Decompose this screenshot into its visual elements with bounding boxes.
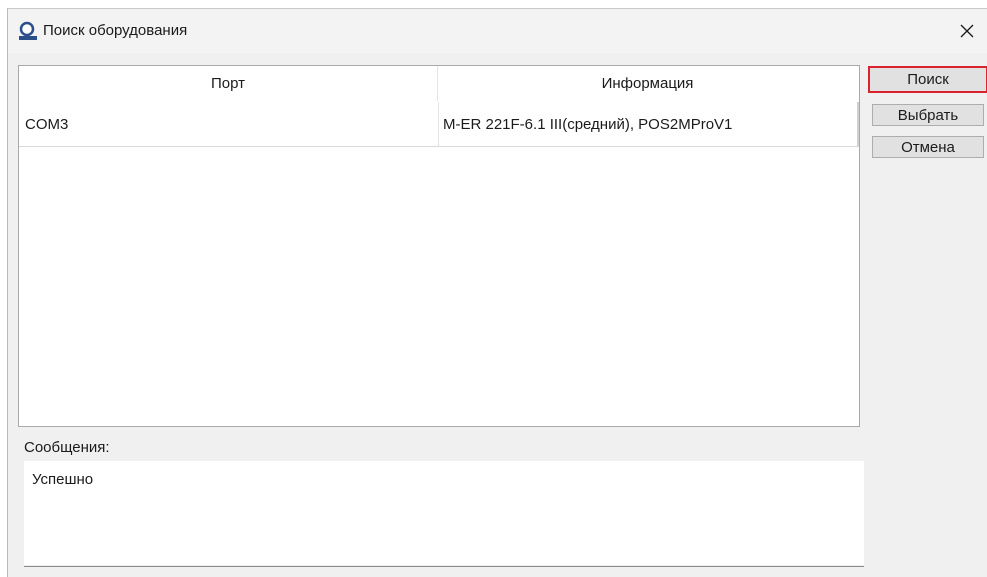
messages-box[interactable]: Успешно [24, 461, 864, 565]
divider [24, 566, 864, 567]
title-bar: Поиск оборудования [8, 9, 987, 53]
close-icon [960, 24, 974, 38]
column-header-port[interactable]: Порт [19, 66, 438, 101]
window-title: Поиск оборудования [43, 22, 188, 39]
table-row[interactable]: COM3 M-ER 221F-6.1 III(средний), POS2MPr… [19, 102, 859, 147]
search-button[interactable]: Поиск [868, 66, 987, 93]
select-button[interactable]: Выбрать [872, 104, 984, 126]
table-header: Порт Информация [19, 66, 859, 101]
close-button[interactable] [947, 15, 987, 47]
cancel-button[interactable]: Отмена [872, 136, 984, 158]
equipment-search-dialog: Поиск оборудования Порт Информация COM3 … [7, 8, 987, 577]
cell-port: COM3 [25, 115, 69, 133]
column-header-info[interactable]: Информация [438, 66, 857, 101]
cell-info: M-ER 221F-6.1 III(средний), POS2MProV1 [443, 115, 733, 133]
column-divider [438, 102, 439, 146]
search-equipment-icon [19, 21, 37, 40]
messages-text: Успешно [32, 471, 94, 488]
ports-table: Порт Информация COM3 M-ER 221F-6.1 III(с… [18, 65, 860, 427]
messages-label: Сообщения: [24, 439, 110, 456]
scrollbar[interactable] [857, 102, 859, 146]
